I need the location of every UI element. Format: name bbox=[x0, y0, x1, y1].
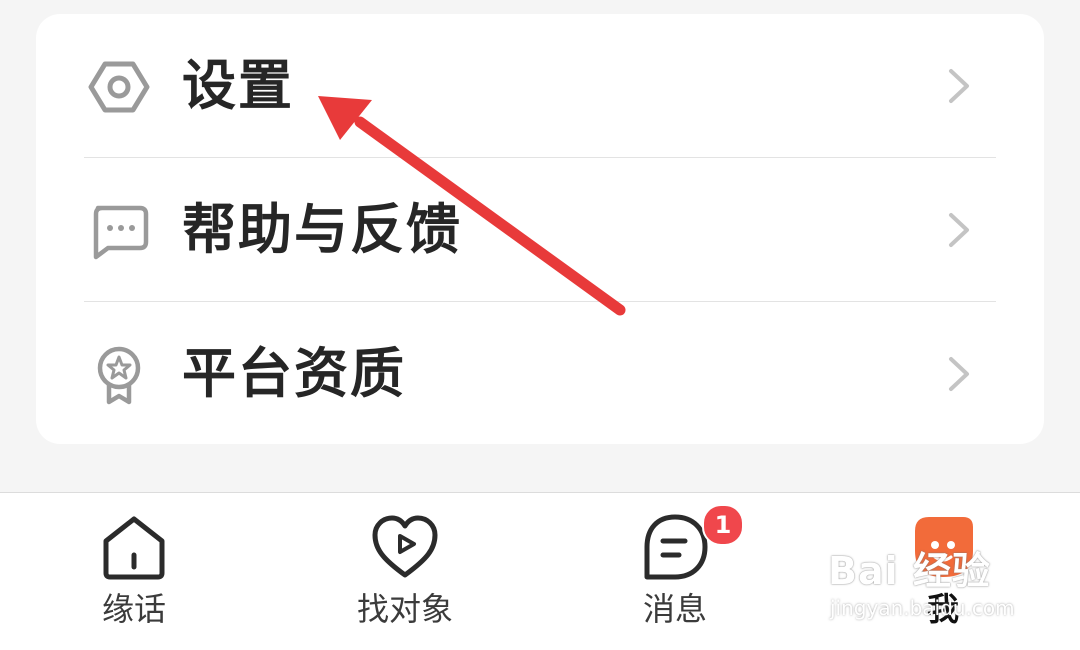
tab-me[interactable]: 我 bbox=[843, 493, 1043, 650]
tab-yuanhua[interactable]: 缘话 bbox=[34, 493, 234, 650]
menu-item-label: 帮助与反馈 bbox=[182, 198, 462, 261]
menu-item-label: 平台资质 bbox=[182, 342, 406, 405]
chevron-right-icon bbox=[946, 355, 972, 393]
message-icon bbox=[639, 511, 711, 583]
tab-messages[interactable]: 1 消息 bbox=[575, 493, 775, 650]
menu-card: 设置 帮助与反馈 平台资质 bbox=[36, 14, 1044, 444]
gear-hexagon-icon bbox=[88, 56, 150, 118]
tab-label: 我 bbox=[926, 590, 959, 628]
award-badge-icon bbox=[88, 344, 150, 406]
menu-item-label: 设置 bbox=[182, 54, 294, 117]
chevron-right-icon bbox=[946, 67, 972, 105]
tab-label: 消息 bbox=[642, 590, 707, 628]
tab-find-partner[interactable]: 找对象 bbox=[305, 493, 505, 650]
unread-badge: 1 bbox=[702, 504, 744, 546]
heart-play-icon bbox=[369, 511, 441, 583]
chat-bubble-icon bbox=[88, 200, 150, 262]
tab-label: 找对象 bbox=[356, 590, 453, 628]
menu-item-platform-qualification[interactable]: 平台资质 bbox=[36, 302, 1044, 445]
chevron-right-icon bbox=[946, 211, 972, 249]
home-icon bbox=[98, 511, 170, 583]
menu-item-help-feedback[interactable]: 帮助与反馈 bbox=[36, 158, 1044, 301]
bottom-tab-bar: 缘话 找对象 1 消息 我 bbox=[0, 492, 1080, 650]
menu-item-settings[interactable]: 设置 bbox=[36, 14, 1044, 157]
profile-mascot-icon bbox=[907, 511, 979, 583]
tab-label: 缘话 bbox=[101, 590, 166, 628]
